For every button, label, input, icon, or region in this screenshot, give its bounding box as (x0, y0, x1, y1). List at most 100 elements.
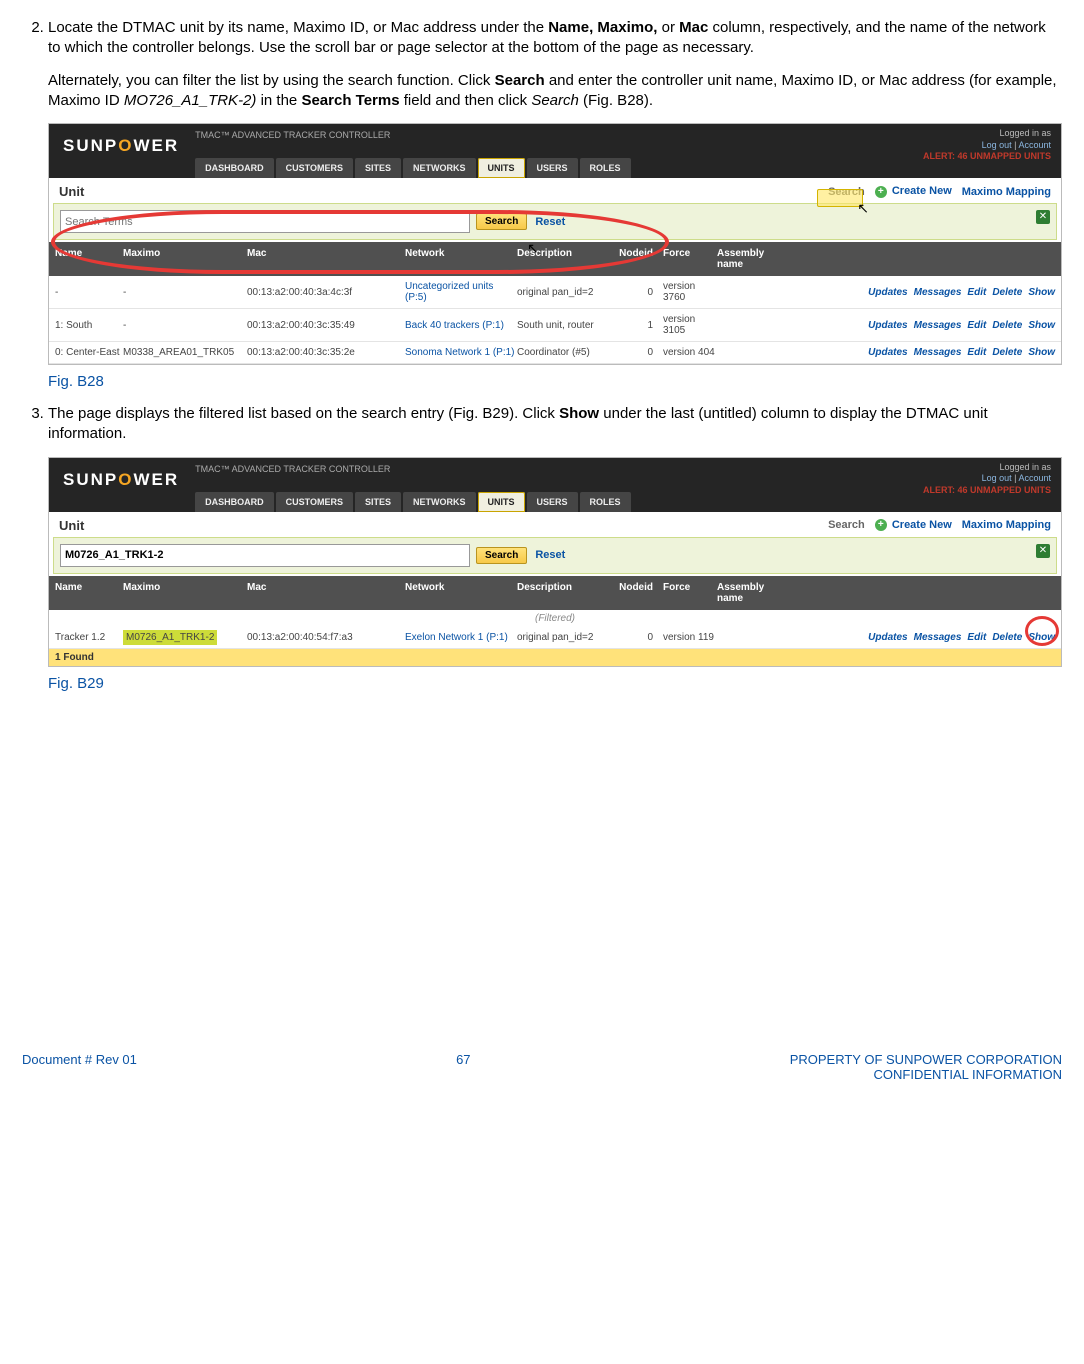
col-network[interactable]: Network (405, 248, 517, 270)
action-edit[interactable]: Edit (967, 632, 986, 643)
search-link[interactable]: Search (828, 519, 865, 531)
col-mac[interactable]: Mac (247, 248, 405, 270)
cell-network[interactable]: Exelon Network 1 (P:1) (405, 632, 517, 643)
login-info: Logged in as Log out | Account ALERT: 46… (923, 124, 1061, 163)
bold: Name, Maximo, (548, 19, 657, 36)
col-name[interactable]: Name (55, 582, 123, 604)
maximo-mapping-link[interactable]: Maximo Mapping (962, 519, 1051, 531)
action-show[interactable]: Show (1028, 287, 1055, 298)
action-delete[interactable]: Delete (992, 287, 1022, 298)
action-updates[interactable]: Updates (868, 320, 907, 331)
cell-network[interactable]: Sonoma Network 1 (P:1) (405, 347, 517, 358)
footer-doc-rev: Document # Rev 01 (22, 1052, 137, 1082)
tab-dashboard[interactable]: DASHBOARD (195, 158, 274, 178)
cell-description: original pan_id=2 (517, 632, 603, 643)
tab-networks[interactable]: NETWORKS (403, 492, 476, 512)
tab-networks[interactable]: NETWORKS (403, 158, 476, 178)
tab-roles[interactable]: ROLES (580, 492, 631, 512)
close-icon[interactable]: ✕ (1036, 210, 1050, 224)
col-nodeid[interactable]: Nodeid (603, 248, 663, 270)
col-description[interactable]: Description (517, 248, 603, 270)
figure-caption-b28: Fig. B28 (48, 373, 1062, 390)
col-maximo[interactable]: Maximo (123, 582, 247, 604)
tab-customers[interactable]: CUSTOMERS (276, 158, 353, 178)
col-assembly[interactable]: Assembly name (717, 248, 781, 270)
action-edit[interactable]: Edit (967, 320, 986, 331)
col-force[interactable]: Force (663, 582, 717, 604)
nav-tabs: DASHBOARD CUSTOMERS SITES NETWORKS UNITS… (195, 474, 923, 512)
create-new-link[interactable]: + Create New (875, 185, 952, 197)
search-link[interactable]: Search (828, 186, 865, 198)
action-updates[interactable]: Updates (868, 632, 907, 643)
login-info: Logged in as Log out | Account ALERT: 46… (923, 458, 1061, 497)
search-button[interactable]: Search (476, 213, 527, 230)
action-edit[interactable]: Edit (967, 287, 986, 298)
create-new-link[interactable]: + Create New (875, 519, 952, 531)
alert-unmapped[interactable]: ALERT: 46 UNMAPPED UNITS (923, 151, 1051, 163)
col-force[interactable]: Force (663, 248, 717, 270)
page-title: Unit (59, 518, 84, 533)
tab-users[interactable]: USERS (527, 158, 578, 178)
action-edit[interactable]: Edit (967, 347, 986, 358)
footer-property: PROPERTY OF SUNPOWER CORPORATION (790, 1052, 1062, 1067)
search-button[interactable]: Search (476, 547, 527, 564)
action-messages[interactable]: Messages (914, 347, 962, 358)
col-maximo[interactable]: Maximo (123, 248, 247, 270)
cell-name: 0: Center-East (55, 347, 123, 358)
tab-units[interactable]: UNITS (478, 158, 525, 178)
text: in the (261, 92, 302, 109)
tab-roles[interactable]: ROLES (580, 158, 631, 178)
search-input[interactable] (60, 210, 470, 233)
action-messages[interactable]: Messages (914, 287, 962, 298)
col-nodeid[interactable]: Nodeid (603, 582, 663, 604)
step-3: The page displays the filtered list base… (48, 404, 1062, 692)
col-description[interactable]: Description (517, 582, 603, 604)
step-2-para-1: Locate the DTMAC unit by its name, Maxim… (48, 18, 1062, 59)
action-messages[interactable]: Messages (914, 320, 962, 331)
reset-link[interactable]: Reset (535, 549, 565, 561)
action-delete[interactable]: Delete (992, 632, 1022, 643)
action-messages[interactable]: Messages (914, 632, 962, 643)
col-assembly[interactable]: Assembly name (717, 582, 781, 604)
search-input[interactable] (60, 544, 470, 567)
tab-sites[interactable]: SITES (355, 492, 401, 512)
maximo-mapping-link[interactable]: Maximo Mapping (962, 186, 1051, 198)
cell-nodeid: 0 (603, 347, 663, 358)
logged-in-label: Logged in as (999, 128, 1051, 138)
cell-maximo: - (123, 320, 247, 331)
tab-dashboard[interactable]: DASHBOARD (195, 492, 274, 512)
step-2-para-2: Alternately, you can filter the list by … (48, 71, 1062, 112)
text: Locate the DTMAC unit by its name, Maxim… (48, 19, 548, 36)
col-name[interactable]: Name (55, 248, 123, 270)
results-count: 1 Found (49, 649, 1061, 666)
tab-users[interactable]: USERS (527, 492, 578, 512)
create-new-label: Create New (892, 519, 952, 531)
italic: Search (531, 92, 579, 109)
tab-customers[interactable]: CUSTOMERS (276, 492, 353, 512)
action-show[interactable]: Show (1028, 347, 1055, 358)
account-link[interactable]: Account (1018, 140, 1051, 150)
action-show[interactable]: Show (1028, 320, 1055, 331)
close-icon[interactable]: ✕ (1036, 544, 1050, 558)
table-row: 1: South-00:13:a2:00:40:3c:35:49Back 40 … (49, 309, 1061, 342)
bold: Search Terms (301, 92, 399, 109)
alert-unmapped[interactable]: ALERT: 46 UNMAPPED UNITS (923, 485, 1051, 497)
action-delete[interactable]: Delete (992, 320, 1022, 331)
tab-units[interactable]: UNITS (478, 492, 525, 512)
reset-link[interactable]: Reset (535, 216, 565, 228)
footer-page-number: 67 (456, 1052, 470, 1082)
logout-link[interactable]: Log out (982, 473, 1012, 483)
action-updates[interactable]: Updates (868, 347, 907, 358)
logout-link[interactable]: Log out (982, 140, 1012, 150)
action-updates[interactable]: Updates (868, 287, 907, 298)
col-mac[interactable]: Mac (247, 582, 405, 604)
tab-sites[interactable]: SITES (355, 158, 401, 178)
bold: Show (559, 405, 599, 422)
col-network[interactable]: Network (405, 582, 517, 604)
action-delete[interactable]: Delete (992, 347, 1022, 358)
cell-network[interactable]: Back 40 trackers (P:1) (405, 320, 517, 331)
unit-toolbar: Unit Search + Create New Maximo Mapping (49, 178, 1061, 203)
account-link[interactable]: Account (1018, 473, 1051, 483)
cell-network[interactable]: Uncategorized units (P:5) (405, 281, 517, 303)
action-show[interactable]: Show (1028, 632, 1055, 643)
